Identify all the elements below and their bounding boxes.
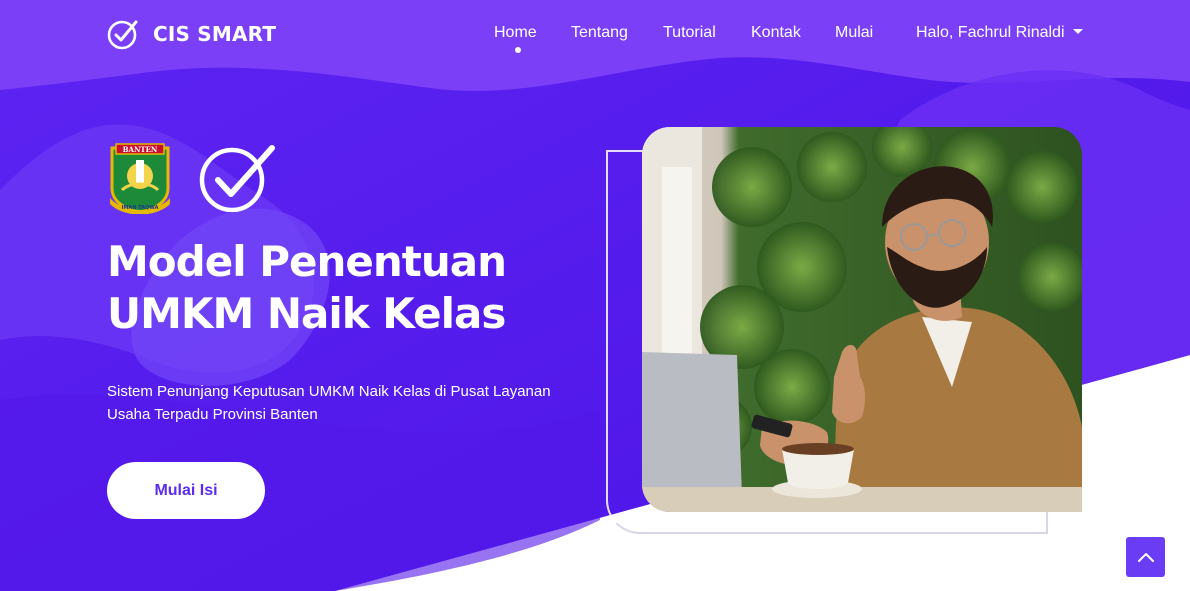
- caret-down-icon: [1072, 29, 1083, 34]
- nav-menu: Home Tentang Tutorial Kontak Mulai Halo,…: [0, 24, 1190, 54]
- hero-title: Model Penentuan UMKM Naik Kelas: [107, 236, 567, 340]
- scroll-to-top-button[interactable]: [1126, 537, 1165, 577]
- nav-kontak[interactable]: Kontak: [751, 24, 801, 42]
- emblem-motto: IMAN TAQWA: [122, 205, 159, 211]
- user-menu-label: Halo, Fachrul Rinaldi: [916, 24, 1065, 41]
- nav-tentang[interactable]: Tentang: [571, 24, 628, 42]
- nav-home[interactable]: Home: [494, 24, 537, 42]
- user-menu[interactable]: Halo, Fachrul Rinaldi: [916, 24, 1083, 42]
- nav-mulai[interactable]: Mulai: [835, 24, 873, 42]
- navbar: CIS SMART Home Tentang Tutorial Kontak M…: [0, 0, 1190, 70]
- hero-description: Sistem Penunjang Keputusan UMKM Naik Kel…: [107, 383, 551, 423]
- check-mark-logo-icon: [199, 145, 275, 212]
- banten-emblem: BANTEN IMAN TAQWA: [110, 143, 170, 214]
- chevron-up-icon: [1137, 553, 1154, 562]
- hero-title-line-2: UMKM Naik Kelas: [107, 289, 506, 338]
- nav-tutorial[interactable]: Tutorial: [663, 24, 716, 42]
- active-nav-indicator: [515, 47, 521, 53]
- start-button[interactable]: Mulai Isi: [107, 462, 265, 519]
- hero-photo: [642, 127, 1082, 512]
- emblem-title: BANTEN: [123, 145, 158, 154]
- hero-title-line-1: Model Penentuan: [107, 237, 507, 286]
